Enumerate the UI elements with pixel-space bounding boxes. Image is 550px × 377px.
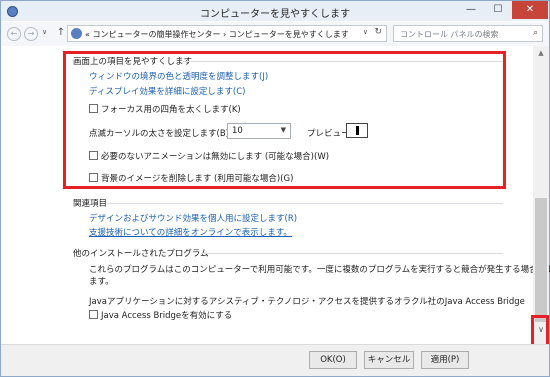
- address-bar: ← → ∨ ↑ « コンピューターの簡単操作センター › コンピューターを見やす…: [1, 22, 549, 46]
- minimize-button[interactable]: —: [458, 1, 484, 19]
- search-placeholder: コントロール パネルの検索: [400, 30, 499, 39]
- vertical-scrollbar[interactable]: ▲ ∨: [533, 46, 549, 344]
- refresh-icon[interactable]: ↻: [374, 27, 382, 37]
- section-divider: [201, 253, 503, 254]
- section-heading-other: 他のインストールされたプログラム: [73, 249, 209, 259]
- back-button[interactable]: ←: [7, 27, 21, 41]
- java-bridge-label: Java Access Bridgeを有効にする: [101, 311, 233, 321]
- apply-button[interactable]: 適用(P): [421, 351, 469, 369]
- section-divider: [107, 203, 503, 204]
- forward-button[interactable]: →: [24, 27, 38, 41]
- close-button[interactable]: ✕: [512, 1, 548, 19]
- maximize-button[interactable]: ☐: [485, 1, 511, 19]
- breadcrumb-prefix[interactable]: «: [85, 30, 90, 39]
- search-input[interactable]: コントロール パネルの検索 ⌕: [393, 25, 543, 42]
- breadcrumb-separator: ›: [223, 30, 227, 39]
- java-bridge-description: Javaアプリケーションに対するアシスティブ・テクノロジ・アクセスを提供するオラ…: [89, 297, 525, 307]
- scroll-up-icon[interactable]: ▲: [533, 46, 549, 60]
- other-programs-description-line2: ます。: [89, 277, 114, 287]
- breadcrumb-item-ease-of-access[interactable]: コンピューターの簡単操作センター: [92, 30, 220, 39]
- breadcrumb-path: « コンピューターの簡単操作センター › コンピューターを見やすくします: [85, 29, 349, 40]
- breadcrumb[interactable]: « コンピューターの簡単操作センター › コンピューターを見やすくします ∨ ↻: [67, 25, 387, 42]
- control-panel-window: コンピューターを見やすくします — ☐ ✕ ← → ∨ ↑ « コンピューターの…: [0, 0, 550, 377]
- java-bridge-checkbox[interactable]: [89, 310, 98, 319]
- address-dropdown-icon[interactable]: ∨: [363, 28, 368, 36]
- breadcrumb-item-current[interactable]: コンピューターを見やすくします: [229, 30, 349, 39]
- scrollbar-thumb[interactable]: [535, 198, 547, 322]
- title-bar: コンピューターを見やすくします — ☐ ✕: [1, 1, 549, 21]
- cancel-button[interactable]: キャンセル: [364, 351, 414, 369]
- highlight-box-scroll-down: [531, 315, 549, 347]
- recent-locations-dropdown[interactable]: ∨: [42, 28, 47, 36]
- dialog-footer: OK(O) キャンセル 適用(P): [1, 344, 549, 376]
- up-button[interactable]: ↑: [54, 27, 68, 41]
- ok-button[interactable]: OK(O): [309, 351, 357, 369]
- other-programs-description-line1: これらのプログラムはこのコンピューターで利用可能です。一度に複数のプログラムを実…: [89, 265, 550, 275]
- control-panel-icon: [71, 28, 82, 39]
- highlight-box-display: [63, 51, 506, 189]
- online-info-link[interactable]: 支援技術についての詳細をオンラインで表示します。: [89, 226, 292, 238]
- section-heading-related: 関連項目: [73, 199, 108, 209]
- personalize-link[interactable]: デザインおよびサウンド効果を個人用に設定します(R): [89, 212, 297, 224]
- search-icon: ⌕: [532, 28, 538, 38]
